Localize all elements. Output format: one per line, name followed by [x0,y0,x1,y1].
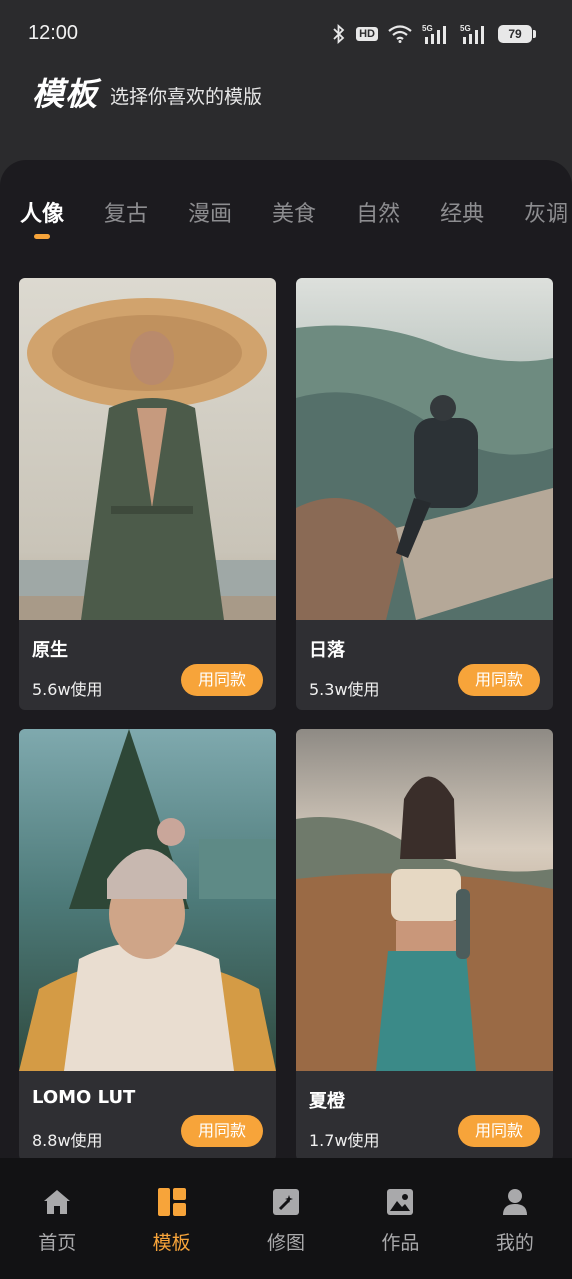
template-thumbnail[interactable] [19,278,276,620]
nav-item-edit[interactable]: 修图 [229,1158,343,1279]
template-usage-count: 5.6w使用 [32,680,103,699]
use-template-button[interactable]: 用同款 [458,1115,540,1147]
profile-icon [499,1186,531,1218]
template-thumbnail[interactable] [296,729,553,1071]
tab-food[interactable]: 美食 [272,196,316,228]
use-template-button[interactable]: 用同款 [458,664,540,696]
template-name: 原生 [32,640,68,661]
template-card[interactable]: LOMO LUT 8.8w使用 用同款 [19,729,276,1160]
status-bar: 12:00 HD 5G 5G 79 [0,0,572,68]
svg-text:5G: 5G [460,24,471,33]
nav-label: 模板 [152,1232,191,1254]
tab-gray-tone[interactable]: 灰调 [524,196,568,228]
edit-photo-icon [270,1186,302,1218]
status-icons: HD 5G 5G 79 [332,20,536,48]
template-usage-count: 1.7w使用 [309,1131,380,1150]
template-icon [156,1186,188,1218]
nav-item-works[interactable]: 作品 [343,1158,457,1279]
nav-item-templates[interactable]: 模板 [114,1158,228,1279]
tab-nature[interactable]: 自然 [356,196,400,228]
page-subtitle: 选择你喜欢的模版 [110,86,263,108]
template-thumbnail[interactable] [296,278,553,620]
page-title: 模板 [32,75,99,113]
signal-5g-icon: 5G [460,23,488,45]
template-card[interactable]: 夏橙 1.7w使用 用同款 [296,729,553,1160]
tab-active-indicator [34,234,50,239]
template-card[interactable]: 日落 5.3w使用 用同款 [296,278,553,710]
template-panel: 人像 复古 漫画 美食 自然 经典 灰调 原生 5.6w使用 用同款 日落 5.… [0,160,572,1160]
nav-label: 作品 [381,1232,420,1254]
tab-classic[interactable]: 经典 [440,196,484,228]
tab-portrait[interactable]: 人像 [20,196,65,239]
template-thumbnail[interactable] [19,729,276,1071]
page-header: 模板 选择你喜欢的模版 [32,70,262,114]
nav-label: 首页 [38,1232,77,1254]
nav-label: 我的 [495,1232,534,1254]
template-usage-count: 8.8w使用 [32,1131,103,1150]
use-template-button[interactable]: 用同款 [181,1115,263,1147]
gallery-icon [384,1186,416,1218]
use-template-button[interactable]: 用同款 [181,664,263,696]
tab-label: 人像 [20,202,65,227]
template-name: 夏橙 [309,1091,345,1112]
tab-retro[interactable]: 复古 [104,196,148,228]
tab-comic[interactable]: 漫画 [188,196,232,228]
template-card[interactable]: 原生 5.6w使用 用同款 [19,278,276,710]
battery-icon: 79 [498,25,536,43]
home-icon [41,1186,73,1218]
template-usage-count: 5.3w使用 [309,680,380,699]
hd-icon: HD [356,27,378,41]
nav-item-home[interactable]: 首页 [0,1158,114,1279]
nav-item-profile[interactable]: 我的 [458,1158,572,1279]
category-tabs: 人像 复古 漫画 美食 自然 经典 灰调 [20,196,568,239]
nav-label: 修图 [267,1232,306,1254]
template-name: 日落 [309,640,345,661]
status-time: 12:00 [28,22,79,44]
wifi-icon [388,25,412,43]
svg-text:5G: 5G [422,24,433,33]
bottom-nav: 首页 模板 修图 作品 我的 [0,1158,572,1279]
bluetooth-icon [332,24,346,44]
signal-5g-icon: 5G [422,23,450,45]
template-name: LOMO LUT [32,1087,136,1108]
